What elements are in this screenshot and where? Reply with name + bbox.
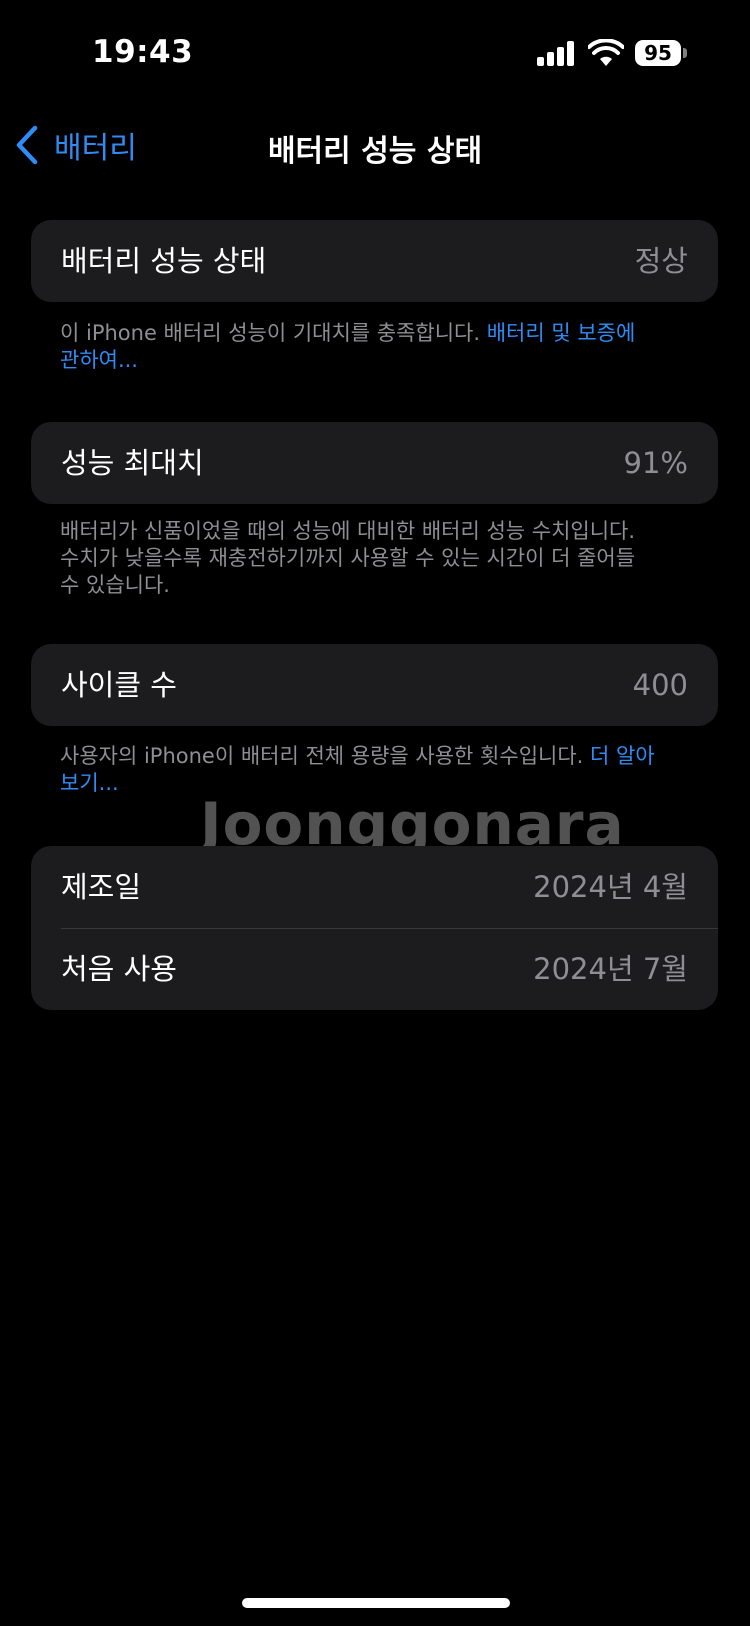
max-capacity-row: 성능 최대치 91% — [31, 422, 718, 504]
dates-card: 제조일 2024년 4월 처음 사용 2024년 7월 — [31, 846, 718, 1010]
status-bar: 19:43 95 — [0, 0, 750, 110]
cellular-signal-icon — [537, 40, 575, 66]
first-use-row: 처음 사용 2024년 7월 — [31, 928, 718, 1010]
battery-nub — [683, 48, 687, 58]
cycle-count-footnote: 사용자의 iPhone이 배터리 전체 용량을 사용한 횟수입니다. 더 알아보… — [60, 743, 660, 797]
health-card: 배터리 성능 상태 정상 — [31, 220, 718, 302]
cycle-count-value: 400 — [632, 668, 688, 702]
battery-icon: 95 — [635, 40, 681, 66]
cycle-count-card: 사이클 수 400 — [31, 644, 718, 726]
health-value: 정상 — [634, 244, 688, 278]
wifi-icon — [588, 39, 624, 66]
manufacture-row: 제조일 2024년 4월 — [31, 846, 718, 928]
health-footnote: 이 iPhone 배터리 성능이 기대치를 충족합니다. 배터리 및 보증에 관… — [60, 320, 660, 374]
cycle-count-footnote-text: 사용자의 iPhone이 배터리 전체 용량을 사용한 횟수입니다. — [60, 744, 591, 768]
health-row: 배터리 성능 상태 정상 — [31, 220, 718, 302]
cycle-count-row: 사이클 수 400 — [31, 644, 718, 726]
max-capacity-card: 성능 최대치 91% — [31, 422, 718, 504]
manufacture-value: 2024년 4월 — [533, 870, 688, 904]
status-time: 19:43 — [92, 34, 194, 70]
navigation-bar: 배터리 배터리 성능 상태 — [0, 110, 750, 180]
first-use-value: 2024년 7월 — [533, 952, 688, 986]
max-capacity-footnote: 배터리가 신품이었을 때의 성능에 대비한 배터리 성능 수치입니다. 수치가 … — [60, 519, 636, 597]
health-label: 배터리 성능 상태 — [61, 244, 267, 278]
page-title: 배터리 성능 상태 — [267, 134, 483, 169]
max-capacity-value: 91% — [623, 446, 688, 480]
max-capacity-label: 성능 최대치 — [61, 446, 204, 480]
home-indicator[interactable] — [242, 1598, 510, 1608]
first-use-label: 처음 사용 — [61, 952, 177, 986]
health-footnote-text: 이 iPhone 배터리 성능이 기대치를 충족합니다. — [60, 321, 487, 345]
manufacture-label: 제조일 — [61, 870, 142, 904]
cycle-count-label: 사이클 수 — [61, 668, 177, 702]
